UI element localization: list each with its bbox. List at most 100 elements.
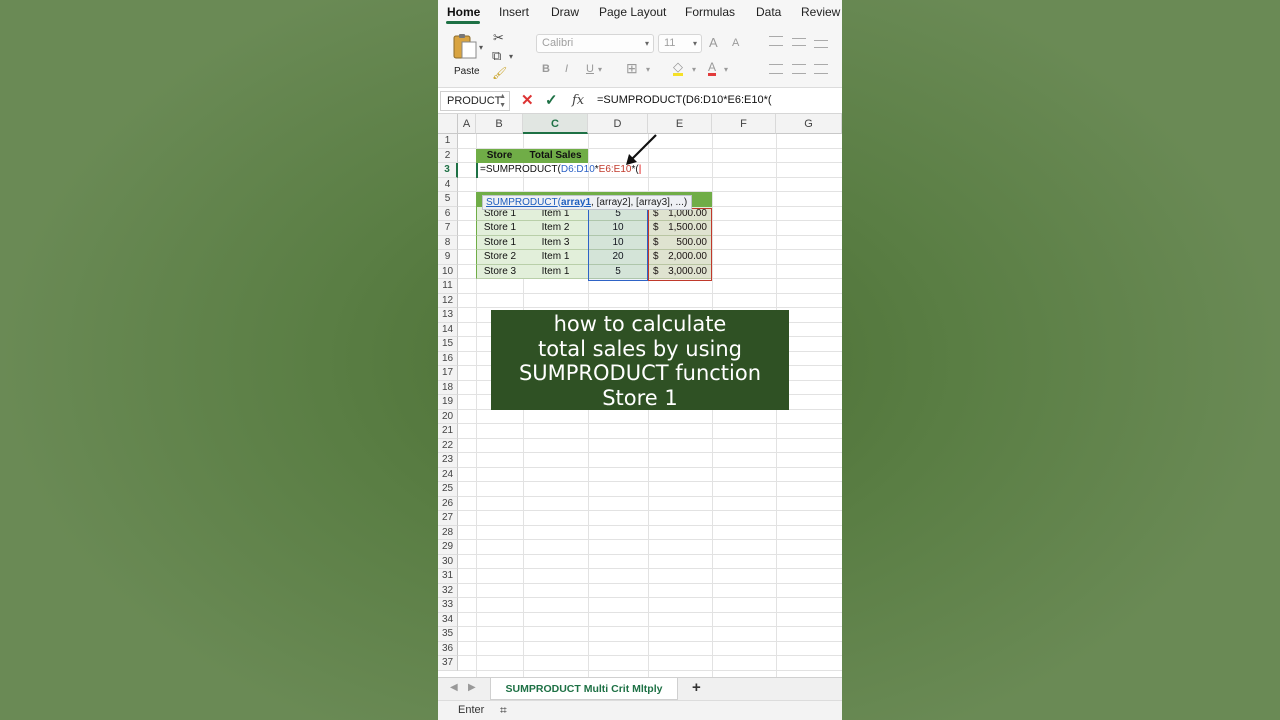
row-header[interactable]: 33 <box>438 598 458 613</box>
row-header[interactable]: 20 <box>438 409 458 424</box>
row-header[interactable]: 22 <box>438 438 458 453</box>
column-header-f[interactable]: F <box>712 114 776 134</box>
row-header[interactable]: 23 <box>438 453 458 468</box>
align-top-icon[interactable] <box>769 36 783 46</box>
tab-home[interactable]: Home <box>447 5 480 19</box>
table-cell-store[interactable]: Store 1 <box>476 235 523 250</box>
row-header[interactable]: 21 <box>438 424 458 439</box>
function-tooltip[interactable]: SUMPRODUCT(array1, [array2], [array3], .… <box>482 195 692 210</box>
row-header[interactable]: 11 <box>438 279 458 294</box>
row-header[interactable]: 27 <box>438 511 458 526</box>
row-header[interactable]: 7 <box>438 221 458 236</box>
row-header[interactable]: 37 <box>438 656 458 671</box>
row-header[interactable]: 30 <box>438 554 458 569</box>
cut-icon[interactable]: ✂ <box>493 30 504 46</box>
row-header[interactable]: 26 <box>438 496 458 511</box>
row-header[interactable]: 24 <box>438 467 458 482</box>
table-cell-item[interactable]: Item 3 <box>523 235 588 250</box>
column-header-a[interactable]: A <box>458 114 476 134</box>
add-sheet-button[interactable]: + <box>692 679 701 696</box>
row-header[interactable]: 1 <box>438 134 458 149</box>
scroll-first-sheet-icon[interactable]: ◀ <box>450 682 458 693</box>
row-header[interactable]: 17 <box>438 366 458 381</box>
row-header[interactable]: 32 <box>438 583 458 598</box>
row-header[interactable]: 28 <box>438 525 458 540</box>
summary-header-store[interactable]: Store <box>476 148 523 163</box>
align-right-icon[interactable] <box>814 64 828 74</box>
row-header[interactable]: 13 <box>438 308 458 323</box>
select-all-corner[interactable] <box>438 114 458 134</box>
macro-record-icon[interactable]: ⌗ <box>500 703 507 718</box>
column-header-e[interactable]: E <box>648 114 712 134</box>
copy-icon[interactable]: ⧉ <box>492 48 501 64</box>
align-left-icon[interactable] <box>769 64 783 74</box>
table-cell-item[interactable]: Item 1 <box>523 264 588 279</box>
row-header[interactable]: 8 <box>438 235 458 250</box>
row-header[interactable]: 4 <box>438 177 458 192</box>
format-painter-icon[interactable]: 🖌 <box>492 66 507 80</box>
align-center-icon[interactable] <box>792 64 806 74</box>
font-name-select[interactable]: Calibri ▾ <box>536 34 654 53</box>
column-header-g[interactable]: G <box>776 114 842 134</box>
fill-color-icon[interactable]: ◇ <box>673 60 683 76</box>
bold-button[interactable]: B <box>542 63 550 75</box>
tab-formulas[interactable]: Formulas <box>685 5 735 19</box>
row-header[interactable]: 35 <box>438 627 458 642</box>
summary-header-total-sales[interactable]: Total Sales <box>523 148 588 163</box>
table-cell-item[interactable]: Item 2 <box>523 221 588 236</box>
row-header[interactable]: 19 <box>438 395 458 410</box>
name-box-stepper-icon[interactable]: ▲ ▼ <box>499 92 506 110</box>
row-header[interactable]: 31 <box>438 569 458 584</box>
sheet-tab-active[interactable]: SUMPRODUCT Multi Crit Mltply <box>490 678 678 700</box>
copy-chevron-icon[interactable]: ▾ <box>509 52 513 61</box>
tooltip-function-name[interactable]: SUMPRODUCT <box>486 197 558 208</box>
row-header[interactable]: 9 <box>438 250 458 265</box>
row-header[interactable]: 29 <box>438 540 458 555</box>
table-cell-store[interactable]: Store 1 <box>476 221 523 236</box>
scroll-last-sheet-icon[interactable]: ▶ <box>468 682 476 693</box>
row-header[interactable]: 2 <box>438 148 458 163</box>
row-header[interactable]: 10 <box>438 264 458 279</box>
tab-insert[interactable]: Insert <box>499 5 529 19</box>
font-color-button[interactable]: A <box>708 61 717 76</box>
italic-button[interactable]: I <box>565 63 568 75</box>
row-header[interactable]: 25 <box>438 482 458 497</box>
row-header[interactable]: 36 <box>438 641 458 656</box>
row-header[interactable]: 34 <box>438 612 458 627</box>
tab-data[interactable]: Data <box>756 5 781 19</box>
table-cell-store[interactable]: Store 2 <box>476 250 523 265</box>
column-header-d[interactable]: D <box>588 114 648 134</box>
insert-function-button[interactable]: fx <box>572 93 584 108</box>
font-color-chevron-icon[interactable]: ▾ <box>724 65 728 74</box>
row-header[interactable]: 3 <box>438 163 458 178</box>
borders-icon[interactable]: ⊞ <box>626 60 638 77</box>
table-cell-store[interactable]: Store 3 <box>476 264 523 279</box>
tab-draw[interactable]: Draw <box>551 5 579 19</box>
row-header[interactable]: 16 <box>438 351 458 366</box>
row-header[interactable]: 6 <box>438 206 458 221</box>
column-header-c[interactable]: C <box>523 114 588 134</box>
column-header-b[interactable]: B <box>476 114 523 134</box>
formula-input[interactable]: =SUMPRODUCT(D6:D10*E6:E10*( <box>597 94 772 106</box>
align-middle-icon[interactable] <box>792 38 806 46</box>
borders-chevron-icon[interactable]: ▾ <box>646 65 650 74</box>
table-cell-item[interactable]: Item 1 <box>523 250 588 265</box>
tab-page-layout[interactable]: Page Layout <box>599 5 666 19</box>
paste-button[interactable]: ▾ Paste <box>448 32 488 77</box>
increase-font-size-button[interactable]: A <box>709 35 718 50</box>
enter-check-icon[interactable]: ✓ <box>545 91 558 109</box>
row-header[interactable]: 14 <box>438 322 458 337</box>
row-header[interactable]: 5 <box>438 192 458 207</box>
cancel-icon[interactable]: ✕ <box>521 91 534 109</box>
active-cell-editor[interactable]: =SUMPRODUCT(D6:D10*E6:E10*(| <box>476 163 646 178</box>
row-header[interactable]: 12 <box>438 293 458 308</box>
align-bottom-icon[interactable] <box>814 40 828 48</box>
fill-color-chevron-icon[interactable]: ▾ <box>692 65 696 74</box>
tab-review[interactable]: Review <box>801 5 840 19</box>
row-header[interactable]: 18 <box>438 380 458 395</box>
font-size-select[interactable]: 11 ▾ <box>658 34 702 53</box>
row-header[interactable]: 15 <box>438 337 458 352</box>
decrease-font-size-button[interactable]: A <box>732 37 739 49</box>
underline-button[interactable]: U <box>586 63 594 75</box>
name-box[interactable]: PRODUCT ▲ ▼ <box>440 91 510 111</box>
